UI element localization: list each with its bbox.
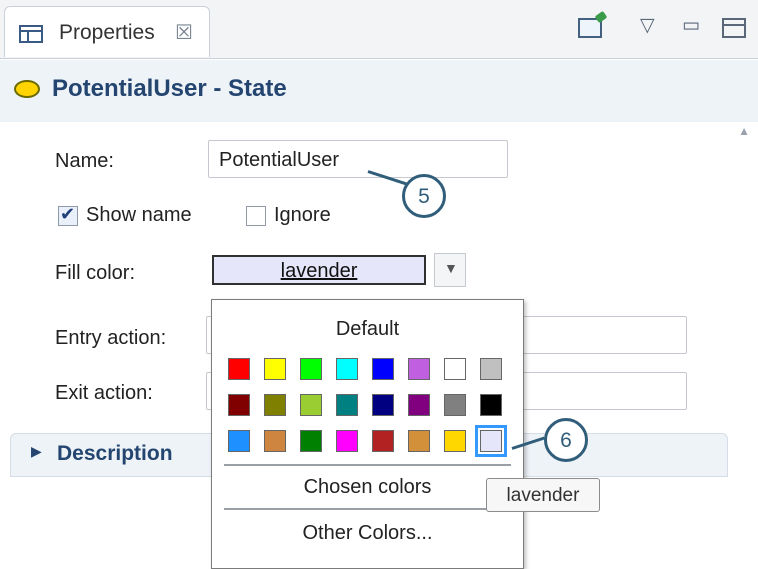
- color-swatch[interactable]: [336, 430, 358, 452]
- fill-color-label: Fill color:: [55, 262, 136, 284]
- color-swatch[interactable]: [264, 430, 286, 452]
- fill-color-dropdown-button[interactable]: ▼: [434, 253, 466, 287]
- tab-title: Properties: [59, 21, 155, 44]
- color-swatch[interactable]: [408, 394, 430, 416]
- exit-action-label: Exit action:: [55, 382, 153, 404]
- view-tab-bar: Properties ☒ ▽ ▭: [0, 0, 758, 59]
- callout-6-number: 6: [560, 429, 572, 452]
- color-swatch[interactable]: [480, 358, 502, 380]
- tooltip-text: lavender: [506, 485, 580, 506]
- name-label: Name:: [55, 150, 114, 172]
- default-color-item[interactable]: Default: [212, 318, 523, 341]
- color-swatch[interactable]: [408, 358, 430, 380]
- entry-action-label: Entry action:: [55, 327, 167, 349]
- color-swatch[interactable]: [372, 430, 394, 452]
- tab-properties[interactable]: Properties ☒: [4, 6, 210, 57]
- name-field[interactable]: PotentialUser: [208, 140, 508, 178]
- color-tooltip: lavender: [486, 478, 600, 512]
- color-swatch[interactable]: [264, 358, 286, 380]
- page-title: PotentialUser - State: [52, 75, 287, 102]
- color-swatch[interactable]: [475, 425, 507, 457]
- pin-icon[interactable]: [578, 18, 602, 38]
- close-icon[interactable]: ☒: [175, 20, 193, 45]
- color-swatch[interactable]: [300, 394, 322, 416]
- separator: [224, 464, 511, 466]
- view-menu-icon[interactable]: ▽: [640, 14, 655, 37]
- color-swatch[interactable]: [336, 358, 358, 380]
- color-swatch[interactable]: [444, 430, 466, 452]
- description-label: Description: [57, 442, 173, 465]
- color-swatch[interactable]: [336, 394, 358, 416]
- fill-color-combo[interactable]: lavender ▼: [212, 253, 466, 289]
- properties-header: PotentialUser - State: [0, 60, 758, 123]
- show-name-label: Show name: [86, 204, 192, 226]
- maximize-icon[interactable]: [722, 18, 746, 38]
- color-swatch[interactable]: [444, 358, 466, 380]
- other-colors-item[interactable]: Other Colors...: [212, 522, 523, 545]
- state-icon: [14, 80, 40, 98]
- color-swatch[interactable]: [444, 394, 466, 416]
- ignore-label: Ignore: [274, 204, 331, 226]
- name-field-value: PotentialUser: [219, 149, 340, 171]
- color-swatch[interactable]: [372, 394, 394, 416]
- color-swatch[interactable]: [300, 358, 322, 380]
- color-swatch[interactable]: [300, 430, 322, 452]
- color-picker-popup: Default Chosen colors Other Colors...: [211, 299, 524, 569]
- properties-view-icon: [19, 25, 43, 43]
- callout-6: 6: [544, 418, 588, 462]
- expand-arrow-icon[interactable]: ▶: [31, 443, 42, 460]
- show-name-checkbox[interactable]: [58, 204, 78, 226]
- color-swatch[interactable]: [264, 394, 286, 416]
- ignore-checkbox[interactable]: [246, 206, 266, 226]
- fill-color-swatch[interactable]: lavender: [212, 255, 426, 285]
- color-swatch[interactable]: [408, 430, 430, 452]
- scroll-up-icon[interactable]: ▲: [738, 124, 750, 138]
- chevron-down-icon: ▼: [444, 260, 458, 276]
- fill-color-value: lavender: [280, 260, 358, 282]
- callout-5-number: 5: [418, 185, 430, 208]
- color-swatch[interactable]: [228, 394, 250, 416]
- separator: [224, 508, 511, 510]
- callout-5: 5: [402, 174, 446, 218]
- color-swatch[interactable]: [228, 358, 250, 380]
- chosen-colors-item[interactable]: Chosen colors: [212, 476, 523, 499]
- color-swatch[interactable]: [228, 430, 250, 452]
- color-swatch[interactable]: [372, 358, 394, 380]
- minimize-icon[interactable]: ▭: [682, 14, 700, 37]
- color-swatch[interactable]: [480, 394, 502, 416]
